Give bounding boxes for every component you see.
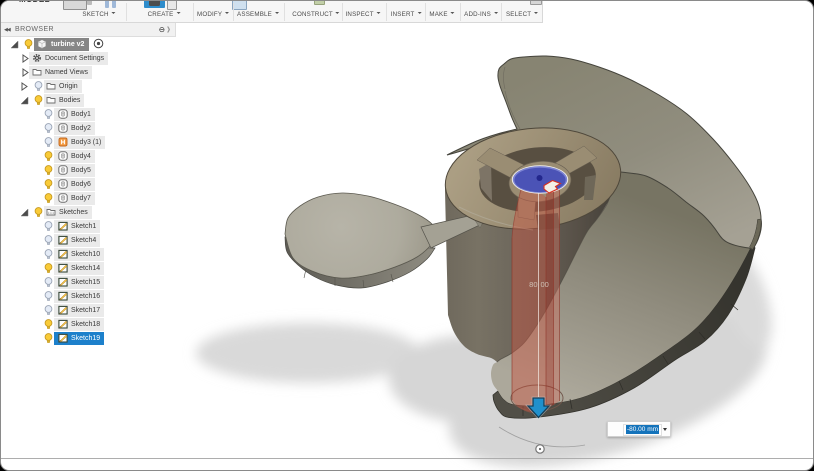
svg-text:00: 00 <box>541 280 549 289</box>
svg-text:80: 80 <box>529 280 537 289</box>
